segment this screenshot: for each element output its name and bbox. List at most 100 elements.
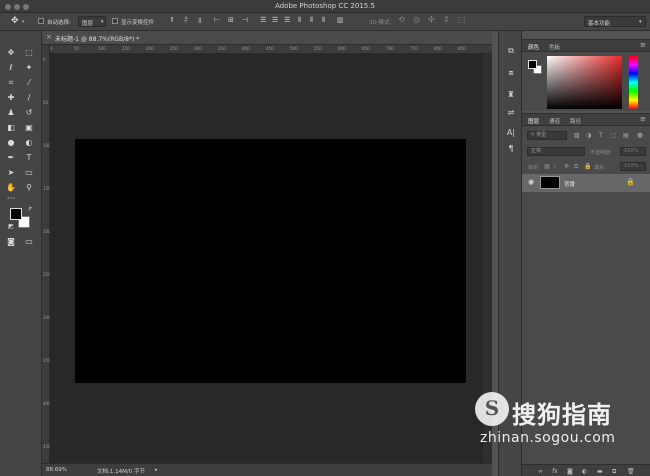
panel-menu-icon[interactable]: ≡ [640,115,646,123]
more-tools-icon[interactable]: ··· [5,193,17,205]
delete-layer-icon[interactable]: 🗑 [627,468,635,475]
marquee-tool-icon[interactable]: ⬚ [23,47,35,59]
close-document-icon[interactable]: × [46,33,52,41]
align-left-icon[interactable]: ⊢ [214,16,220,24]
foreground-color-swatch-top[interactable] [10,208,22,220]
tab-layers[interactable]: 图层 [528,117,539,125]
foreground-color-swatch[interactable] [528,60,537,69]
lock-all-icon[interactable]: 🔒 [584,163,591,170]
align-bottom-icon[interactable]: ⫫ [198,16,202,25]
visibility-eye-icon[interactable]: ◉ [528,178,534,186]
filter-pixel-icon[interactable]: ▨ [574,132,580,139]
lock-position-icon[interactable]: ✥ [564,163,569,170]
quick-mask-icon[interactable]: ◙ [5,236,17,248]
move-tool-icon[interactable]: ✥ [5,47,17,59]
crop-tool-icon[interactable]: ⌗ [5,77,17,89]
auto-align-icon[interactable]: ▥ [337,16,344,24]
swap-colors-icon[interactable]: ↱ [24,204,36,216]
distribute-top-icon[interactable]: ☰ [260,16,266,24]
screen-mode-icon[interactable]: ▭ [23,236,35,248]
filter-adjustment-icon[interactable]: ◑ [586,132,591,139]
lasso-tool-icon[interactable]: ℓ [5,62,17,74]
type-tool-icon[interactable]: T [23,152,35,164]
align-right-icon[interactable]: ⊣ [242,16,248,24]
healing-brush-tool-icon[interactable]: ✚ [5,92,17,104]
document-tab[interactable]: × 未标题-1 @ 88.7%(RGB/8*) * [42,31,492,45]
vertical-ruler[interactable]: 0 50 100 150 200 250 300 350 400 450 [42,45,51,463]
align-vcenter-icon[interactable]: ⫩ [184,16,188,25]
eyedropper-tool-icon[interactable]: ⁄ [23,77,35,89]
align-hcenter-icon[interactable]: ⊞ [228,16,234,24]
tab-swatches[interactable]: 色板 [549,43,560,51]
default-colors-icon[interactable]: ◩ [5,221,17,233]
layer-kind-filter[interactable]: ⚲ 类型 [527,131,567,140]
filter-toggle-icon[interactable]: ● [637,131,643,139]
align-top-icon[interactable]: ⫪ [170,16,174,25]
add-mask-icon[interactable]: ◙ [567,468,573,475]
adjustment-layer-icon[interactable]: ◐ [582,468,587,475]
chevron-right-icon[interactable]: ▸ [155,467,158,473]
adjustments-panel-icon[interactable]: ♜ [505,89,517,101]
panel-menu-icon[interactable]: ≡ [640,41,646,49]
filter-smart-object-icon[interactable]: ▤ [623,132,629,139]
zoom-level[interactable]: 88.69% [46,467,67,473]
color-panel-swatches[interactable] [528,60,542,74]
properties-panel-icon[interactable]: ⇌ [505,107,517,119]
shape-tool-icon[interactable]: ▭ [23,167,35,179]
lock-pixels-icon[interactable]: ∕ [554,163,556,170]
distribute-vcenter-icon[interactable]: ☰ [272,16,278,24]
color-picker-field[interactable] [547,56,622,109]
lock-transparent-icon[interactable]: ▦ [544,163,550,170]
new-group-icon[interactable]: ▬ [597,468,603,475]
workspace-dropdown[interactable]: 基本功能 ▾ [584,16,646,27]
ruler-h-label: 250 [170,46,178,51]
3d-slide-icon[interactable]: ⇕ [443,15,450,24]
brush-tool-icon[interactable]: ∕ [23,92,35,104]
move-tool-preset-icon[interactable]: ✥ [11,16,19,26]
distribute-left-icon[interactable]: ⦀ [298,16,301,25]
tab-paths[interactable]: 路径 [570,117,581,125]
opacity-input[interactable]: 100% [620,147,646,156]
pen-tool-icon[interactable]: ✒ [5,152,17,164]
eraser-tool-icon[interactable]: ◧ [5,122,17,134]
libraries-panel-icon[interactable]: ⧈ [505,67,517,79]
history-brush-tool-icon[interactable]: ↺ [23,107,35,119]
hue-slider[interactable] [629,56,638,109]
layer-row-background[interactable]: ◉ 背景 🔒 [522,174,650,192]
lock-artboard-icon[interactable]: ⧉ [574,163,578,171]
zoom-tool-icon[interactable]: ⚲ [23,182,35,194]
blur-tool-icon[interactable]: ● [5,137,17,149]
auto-select-checkbox[interactable] [38,18,44,24]
paragraph-panel-icon[interactable]: ¶ [505,143,517,155]
chevron-down-icon[interactable]: ▾ [22,19,30,28]
magic-wand-tool-icon[interactable]: ✦ [23,62,35,74]
fill-input[interactable]: 100% [620,162,646,171]
3d-orbit-icon[interactable]: ⟲ [398,15,405,24]
gradient-tool-icon[interactable]: ▣ [23,122,35,134]
tab-channels[interactable]: 通道 [549,117,560,125]
layer-style-icon[interactable]: fx [552,468,558,475]
auto-select-dropdown[interactable]: 图层 ▾ [78,16,106,27]
layer-name[interactable]: 背景 [564,180,575,188]
document-canvas[interactable] [75,139,466,383]
distribute-right-icon[interactable]: ⦀ [322,16,325,25]
tab-color[interactable]: 颜色 [528,43,539,51]
character-panel-icon[interactable]: A| [505,127,517,139]
history-panel-icon[interactable]: ⧉ [505,45,517,57]
distribute-hcenter-icon[interactable]: ⦀ [310,16,313,25]
3d-roll-icon[interactable]: ◎ [413,15,420,24]
path-selection-tool-icon[interactable]: ➤ [5,167,17,179]
filter-type-icon[interactable]: T [599,132,603,139]
3d-pan-icon[interactable]: ✣ [428,15,435,24]
ruler-h-label: 50 [74,46,80,51]
new-layer-icon[interactable]: ⧉ [612,468,616,476]
link-layers-icon[interactable]: ∞ [538,468,543,475]
clone-stamp-tool-icon[interactable]: ♟ [5,107,17,119]
blend-mode-dropdown[interactable]: 正常 [527,147,585,156]
horizontal-ruler[interactable]: 0 50 100 150 200 250 300 350 400 450 500… [48,45,492,54]
filter-shape-icon[interactable]: ⬚ [611,132,617,139]
distribute-bottom-icon[interactable]: ☰ [284,16,290,24]
3d-scale-icon[interactable]: ⬚ [458,15,466,24]
show-transform-checkbox[interactable] [112,18,118,24]
dodge-tool-icon[interactable]: ◐ [23,137,35,149]
